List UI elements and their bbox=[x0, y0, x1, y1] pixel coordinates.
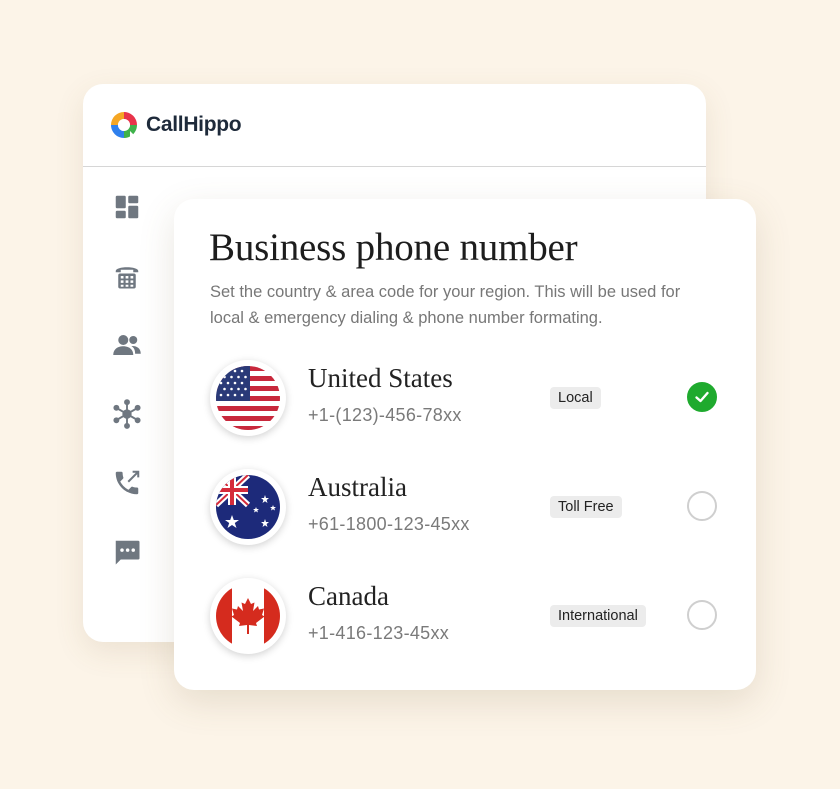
sidebar-item-dialer[interactable] bbox=[110, 259, 144, 293]
sidebar-item-call-logs[interactable] bbox=[110, 466, 144, 500]
country-name: Canada bbox=[308, 581, 389, 611]
select-radio[interactable] bbox=[687, 600, 717, 630]
us-flag-icon bbox=[216, 366, 280, 430]
select-radio[interactable] bbox=[687, 491, 717, 521]
country-number: +61-1800-123-45xx bbox=[308, 514, 470, 534]
checkmark-icon bbox=[695, 391, 709, 403]
integrations-hub-icon bbox=[113, 399, 141, 429]
call-logs-icon bbox=[115, 470, 140, 495]
sidebar-item-dashboard[interactable] bbox=[110, 190, 144, 224]
country-option-canada[interactable]: Canada +1-416-123-45xx International bbox=[210, 578, 722, 656]
brand-name: CallHippo bbox=[146, 113, 242, 136]
card-title: Business phone number bbox=[209, 226, 578, 269]
card-description: Set the country & area code for your reg… bbox=[210, 283, 681, 327]
country-option-united-states[interactable]: United States +1-(123)-456-78xx Local bbox=[210, 360, 722, 438]
select-radio-checked[interactable] bbox=[687, 382, 717, 412]
country-number: +1-416-123-45xx bbox=[308, 623, 450, 643]
country-number: +1-(123)-456-78xx bbox=[308, 405, 462, 425]
number-type-badge: Local bbox=[550, 387, 601, 409]
business-phone-number-card: Business phone number Set the country & … bbox=[174, 199, 756, 690]
callhippo-logo-icon bbox=[111, 112, 137, 138]
sidebar bbox=[110, 190, 146, 604]
sidebar-item-integrations[interactable] bbox=[110, 397, 144, 431]
ca-flag-icon bbox=[216, 584, 280, 648]
country-option-australia[interactable]: Australia +61-1800-123-45xx Toll Free bbox=[210, 469, 722, 547]
flag-container bbox=[210, 469, 286, 545]
contacts-icon bbox=[113, 335, 141, 355]
flag-container bbox=[210, 578, 286, 654]
flag-container bbox=[210, 360, 286, 436]
number-type-badge: Toll Free bbox=[550, 496, 622, 518]
sms-chat-icon bbox=[115, 540, 140, 565]
number-type-badge: International bbox=[550, 605, 646, 627]
dashboard-icon bbox=[115, 195, 139, 219]
callhippo-logo[interactable]: CallHippo bbox=[108, 109, 242, 141]
country-name: Australia bbox=[308, 472, 407, 502]
app-header: CallHippo bbox=[83, 84, 706, 167]
dialpad-phone-icon bbox=[115, 267, 139, 289]
sidebar-item-contacts[interactable] bbox=[110, 328, 144, 362]
au-flag-icon bbox=[216, 475, 280, 539]
sidebar-item-messages[interactable] bbox=[110, 535, 144, 569]
country-name: United States bbox=[308, 363, 453, 393]
